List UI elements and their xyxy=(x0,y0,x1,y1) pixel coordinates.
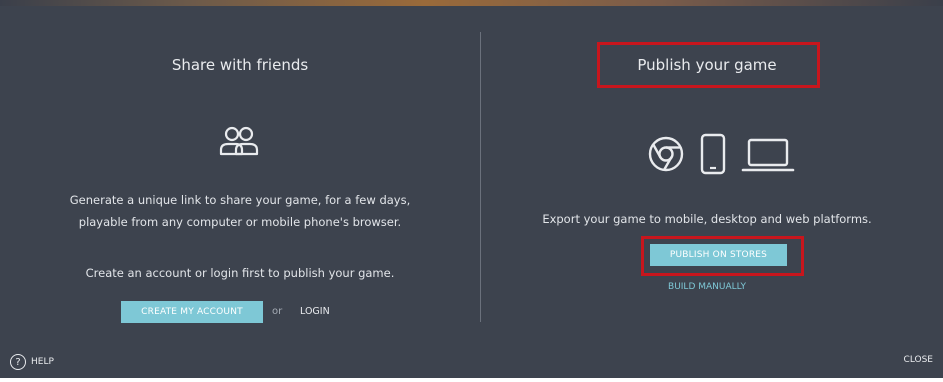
close-button[interactable]: CLOSE xyxy=(904,355,933,365)
help-label: HELP xyxy=(31,357,54,367)
login-link[interactable]: LOGIN xyxy=(300,301,330,323)
publish-description: Export your game to mobile, desktop and … xyxy=(542,212,872,226)
chrome-icon xyxy=(648,136,684,172)
login-note: Create an account or login first to publ… xyxy=(85,266,395,280)
share-with-friends-title: Share with friends xyxy=(171,56,309,74)
platform-icons xyxy=(648,133,795,175)
build-manually-link[interactable]: BUILD MANUALLY xyxy=(481,280,933,294)
share-description: Generate a unique link to share your gam… xyxy=(0,189,480,233)
help-button[interactable]: ? HELP xyxy=(10,352,54,372)
share-publish-dialog: Share with friends Generate a unique lin… xyxy=(0,6,943,378)
or-separator: or xyxy=(272,306,283,317)
publish-on-stores-button[interactable]: PUBLISH ON STORES xyxy=(650,244,787,266)
share-description-line1: Generate a unique link to share your gam… xyxy=(69,193,411,207)
create-account-button[interactable]: CREATE MY ACCOUNT xyxy=(121,301,263,323)
share-description-line2: playable from any computer or mobile pho… xyxy=(78,215,402,229)
publish-your-game-title: Publish your game xyxy=(637,56,777,74)
panel-divider xyxy=(480,32,481,322)
phone-icon xyxy=(700,133,726,175)
help-icon: ? xyxy=(10,354,26,370)
people-icon xyxy=(219,126,259,156)
laptop-icon xyxy=(741,138,795,172)
